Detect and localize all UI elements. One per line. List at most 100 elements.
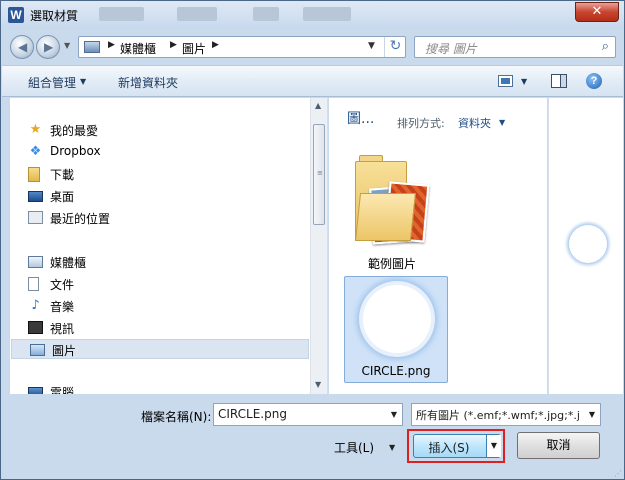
search-icon[interactable]: ⌕ (602, 39, 609, 54)
close-button[interactable]: ✕ (575, 2, 619, 22)
music-icon: ♪ (31, 298, 40, 313)
folder-icon-front (355, 193, 417, 241)
sidebar-item-label: Dropbox (50, 144, 101, 158)
sidebar-item-label: 電腦 (50, 386, 75, 394)
computer-icon (28, 387, 43, 394)
file-list: 圖... 排列方式: 資料夾 ▼ 範例圖片 CIRCLE.png (329, 98, 547, 394)
resize-grip-icon[interactable]: ⋰ (614, 470, 622, 478)
file-name: CIRCLE.png (361, 364, 431, 378)
insert-button[interactable]: 插入(S) ▼ (413, 434, 501, 458)
library-title: 圖... (347, 111, 375, 127)
help-icon[interactable]: ? (586, 73, 602, 89)
sidebar-item-music[interactable]: ♪ 音樂 (10, 296, 310, 316)
sidebar-item-label: 文件 (50, 278, 75, 292)
background-window-tab (99, 7, 144, 21)
filename-field[interactable]: CIRCLE.png ▼ (213, 403, 403, 426)
navigation-pane: ★ 我的最愛 ❖ Dropbox 下載 桌面 最近的位置 媒體櫃 文件 ♪ 音樂… (10, 98, 328, 394)
arrange-by-dropdown[interactable]: 資料夾 (458, 115, 491, 131)
recent-locations-dropdown-icon[interactable]: ▼ (64, 41, 70, 50)
sidebar-item-computer[interactable]: 電腦 (10, 382, 310, 394)
background-window-tab (303, 7, 351, 21)
circle-thumbnail (363, 285, 431, 353)
select-texture-dialog: W 選取材質 ✕ ◀ ▶ ▼ ▶ 媒體櫃 ▶ 圖片 ▶ ▼ ↻ 搜尋 圖片 ⌕ … (0, 0, 625, 480)
sidebar-item-pictures[interactable]: 圖片 (11, 339, 309, 359)
file-type-dropdown-icon[interactable]: ▼ (584, 404, 600, 425)
recent-places-icon (28, 211, 43, 224)
address-bar[interactable]: ▶ 媒體櫃 ▶ 圖片 ▶ ▼ ↻ (78, 36, 406, 58)
search-placeholder: 搜尋 圖片 (425, 42, 477, 56)
sidebar-item-favorites[interactable]: ★ 我的最愛 (10, 120, 310, 140)
sidebar-item-documents[interactable]: 文件 (10, 274, 310, 294)
breadcrumb-chevron-icon[interactable]: ▶ (170, 40, 177, 50)
desktop-icon (28, 191, 43, 202)
refresh-button[interactable]: ↻ (384, 37, 406, 57)
breadcrumb-library[interactable]: 媒體櫃 (120, 40, 156, 57)
sidebar-item-label: 音樂 (50, 300, 75, 314)
library-location-icon (84, 41, 100, 53)
sidebar-item-label: 圖片 (52, 344, 77, 358)
organize-dropdown-icon[interactable]: ▼ (80, 77, 86, 86)
sidebar-item-label: 我的最愛 (50, 124, 99, 138)
scrollbar-thumb[interactable]: ≡ (313, 124, 325, 225)
grip-icon: ≡ (317, 169, 323, 177)
cancel-button[interactable]: 取消 (517, 432, 600, 459)
view-dropdown-icon[interactable]: ▼ (521, 77, 527, 86)
filename-label: 檔案名稱(N): (141, 410, 212, 424)
tools-menu[interactable]: 工具(L) (334, 439, 374, 456)
sidebar-item-downloads[interactable]: 下載 (10, 164, 310, 184)
back-arrow-icon: ◀ (18, 40, 28, 54)
dropbox-icon: ❖ (29, 144, 42, 159)
arrange-by-label: 排列方式: (397, 117, 445, 130)
sidebar-item-recent-places[interactable]: 最近的位置 (10, 208, 310, 228)
tools-dropdown-icon[interactable]: ▼ (389, 443, 395, 452)
scroll-down-icon[interactable]: ▼ (315, 380, 321, 389)
address-dropdown-icon[interactable]: ▼ (368, 41, 375, 51)
breadcrumb-chevron-icon[interactable]: ▶ (212, 40, 219, 50)
sidebar-item-label: 媒體櫃 (50, 256, 87, 270)
back-button[interactable]: ◀ (10, 35, 34, 59)
refresh-icon: ↻ (389, 38, 402, 54)
file-type-value: 所有圖片 (*.emf;*.wmf;*.jpg;*.j (416, 409, 580, 422)
file-name: 範例圖片 (367, 257, 416, 271)
preview-pane (548, 98, 623, 394)
organize-menu[interactable]: 組合管理 (28, 74, 76, 91)
filename-value: CIRCLE.png (218, 407, 287, 421)
sidebar-item-libraries[interactable]: 媒體櫃 (10, 252, 310, 272)
file-type-select[interactable]: 所有圖片 (*.emf;*.wmf;*.jpg;*.j ▼ (411, 403, 601, 426)
title-bar: W 選取材質 ✕ (1, 1, 624, 28)
library-icon (28, 256, 43, 268)
sidebar-item-label: 視訊 (50, 322, 75, 336)
sidebar-item-videos[interactable]: 視訊 (10, 318, 310, 338)
breadcrumb-chevron-icon[interactable]: ▶ (108, 40, 115, 50)
file-item-sample-pictures[interactable]: 範例圖片 (351, 153, 433, 271)
file-item-circle-png[interactable]: CIRCLE.png (344, 276, 448, 383)
filename-dropdown-icon[interactable]: ▼ (391, 410, 397, 419)
video-icon (28, 321, 43, 334)
insert-options-dropdown-icon[interactable]: ▼ (486, 435, 501, 457)
forward-arrow-icon: ▶ (44, 40, 54, 54)
arrange-by-dropdown-icon[interactable]: ▼ (499, 118, 505, 127)
change-view-icon[interactable] (498, 75, 513, 87)
download-folder-icon (28, 167, 40, 182)
background-window-tab (253, 7, 279, 21)
sidebar-item-dropbox[interactable]: ❖ Dropbox (10, 142, 310, 162)
scroll-up-icon[interactable]: ▲ (315, 101, 321, 110)
word-app-icon: W (8, 7, 24, 23)
star-icon: ★ (29, 122, 42, 137)
documents-icon (28, 277, 39, 291)
breadcrumb-pictures[interactable]: 圖片 (182, 40, 206, 57)
forward-button[interactable]: ▶ (36, 35, 60, 59)
search-box[interactable]: 搜尋 圖片 ⌕ (414, 36, 616, 58)
new-folder-button[interactable]: 新增資料夾 (118, 74, 178, 91)
command-toolbar: 組合管理 ▼ 新增資料夾 ▼ ? (2, 65, 623, 97)
preview-pane-icon[interactable] (551, 74, 567, 88)
dialog-title: 選取材質 (30, 9, 79, 23)
pictures-icon (30, 344, 45, 356)
sidebar-item-label: 最近的位置 (50, 212, 111, 226)
insert-button-label: 插入(S) (428, 441, 470, 455)
navigation-scrollbar[interactable]: ▲ ≡ ▼ (310, 98, 327, 394)
sidebar-item-desktop[interactable]: 桌面 (10, 186, 310, 206)
sidebar-item-label: 下載 (50, 168, 75, 182)
sidebar-item-label: 桌面 (50, 190, 75, 204)
background-window-tab (177, 7, 217, 21)
